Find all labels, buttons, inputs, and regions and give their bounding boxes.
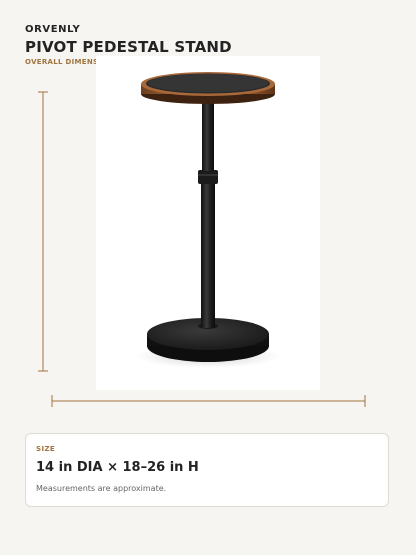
size-label: SIZE xyxy=(36,445,56,453)
size-note: Measurements are approximate. xyxy=(36,484,167,493)
size-value: 14 in DIA × 18–26 in H xyxy=(36,460,199,475)
width-dimension-line xyxy=(51,395,366,407)
product-image xyxy=(96,56,320,390)
size-card: SIZE 14 in DIA × 18–26 in H Measurements… xyxy=(25,433,389,507)
stand-pole xyxy=(198,101,218,328)
stand-tabletop xyxy=(141,72,275,104)
height-dimension-line xyxy=(38,91,48,372)
